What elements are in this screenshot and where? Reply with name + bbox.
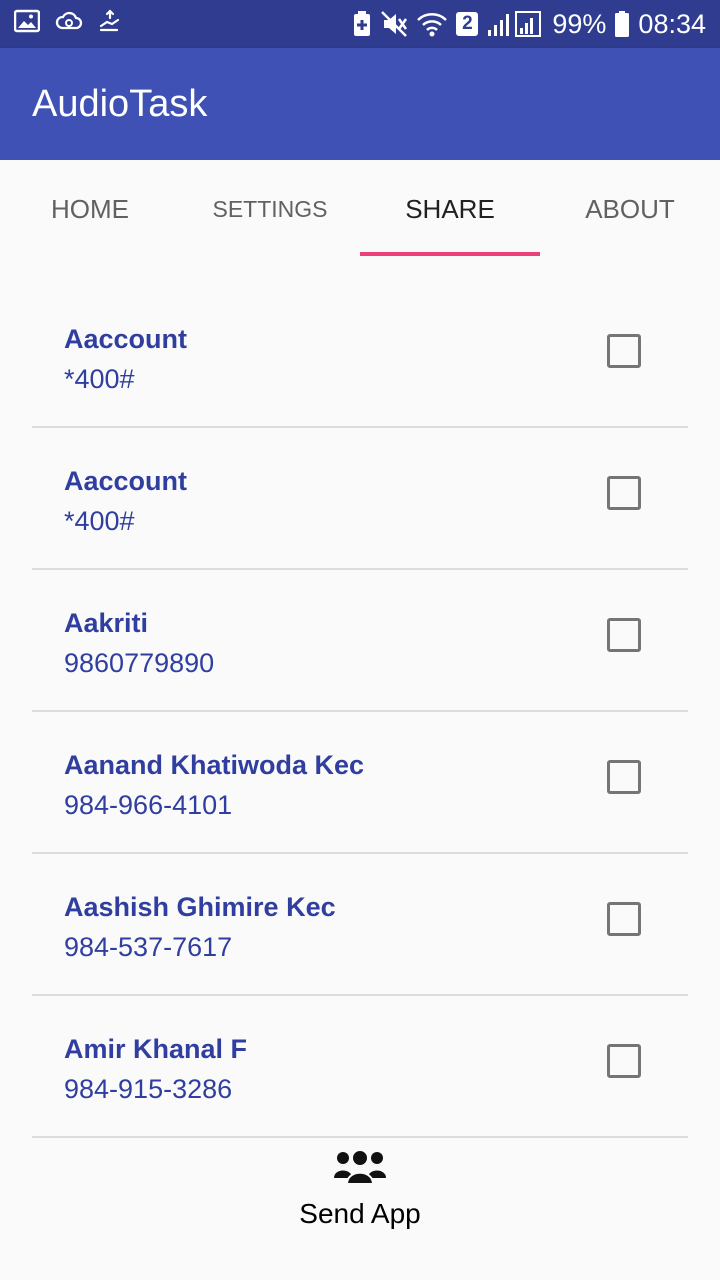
app-bar: AudioTask xyxy=(0,48,720,160)
battery-saver-icon xyxy=(354,11,371,36)
list-item[interactable]: Aanand Khatiwoda Kec 984-966-4101 xyxy=(32,712,688,854)
list-item[interactable]: Aaccount *400# xyxy=(32,286,688,428)
contact-name: Aanand Khatiwoda Kec xyxy=(64,750,365,780)
sim-badge: 2 xyxy=(456,12,479,36)
contact-list: Aaccount *400# Aaccount *400# Aakriti 98… xyxy=(32,286,688,1138)
status-bar: 2 99% 08:34 xyxy=(0,0,720,48)
battery-icon xyxy=(615,11,630,37)
contact-phone: 9860779890 xyxy=(64,648,215,678)
contact-phone: 984-966-4101 xyxy=(64,790,233,820)
select-checkbox[interactable] xyxy=(607,1044,641,1078)
contact-phone: *400# xyxy=(64,506,135,536)
contact-name: Aakriti xyxy=(64,608,149,638)
battery-percent: 99% xyxy=(552,8,607,39)
wifi-icon xyxy=(417,13,448,37)
select-checkbox[interactable] xyxy=(607,476,641,510)
app-title: AudioTask xyxy=(32,83,208,125)
select-checkbox[interactable] xyxy=(607,618,641,652)
hand-icon xyxy=(99,9,120,32)
tab-indicator xyxy=(360,252,540,256)
send-app-label: Send App xyxy=(299,1198,421,1229)
list-item[interactable]: Aaccount *400# xyxy=(32,428,688,570)
tab-home[interactable]: HOME xyxy=(0,160,180,256)
contact-phone: 984-915-3286 xyxy=(64,1074,233,1104)
send-app-button[interactable]: Send App xyxy=(260,1142,460,1242)
contact-name: Amir Khanal F xyxy=(64,1034,248,1064)
notification-icons xyxy=(14,8,122,34)
contact-phone: *400# xyxy=(64,364,135,394)
list-item[interactable]: Aakriti 9860779890 xyxy=(32,570,688,712)
list-item[interactable]: Amir Khanal F 984-915-3286 xyxy=(32,996,688,1138)
system-status-icons: 2 99% 08:34 xyxy=(352,6,706,42)
tab-bar: HOME SETTINGS SHARE ABOUT xyxy=(0,160,720,256)
select-checkbox[interactable] xyxy=(607,334,641,368)
cloud-sync-icon xyxy=(55,11,83,30)
clock: 08:34 xyxy=(638,8,706,39)
mute-icon xyxy=(381,11,408,37)
select-checkbox[interactable] xyxy=(607,902,641,936)
tab-share[interactable]: SHARE xyxy=(360,160,540,256)
gallery-icon xyxy=(14,9,40,33)
tab-about[interactable]: ABOUT xyxy=(540,160,720,256)
contact-phone: 984-537-7617 xyxy=(64,932,233,962)
contact-name: Aaccount xyxy=(64,466,188,496)
signal-icon xyxy=(488,11,542,37)
group-icon xyxy=(334,1149,386,1185)
contact-name: Aaccount xyxy=(64,324,188,354)
contact-name: Aashish Ghimire Kec xyxy=(64,892,336,922)
list-item[interactable]: Aashish Ghimire Kec 984-537-7617 xyxy=(32,854,688,996)
tab-settings[interactable]: SETTINGS xyxy=(180,160,360,256)
select-checkbox[interactable] xyxy=(607,760,641,794)
